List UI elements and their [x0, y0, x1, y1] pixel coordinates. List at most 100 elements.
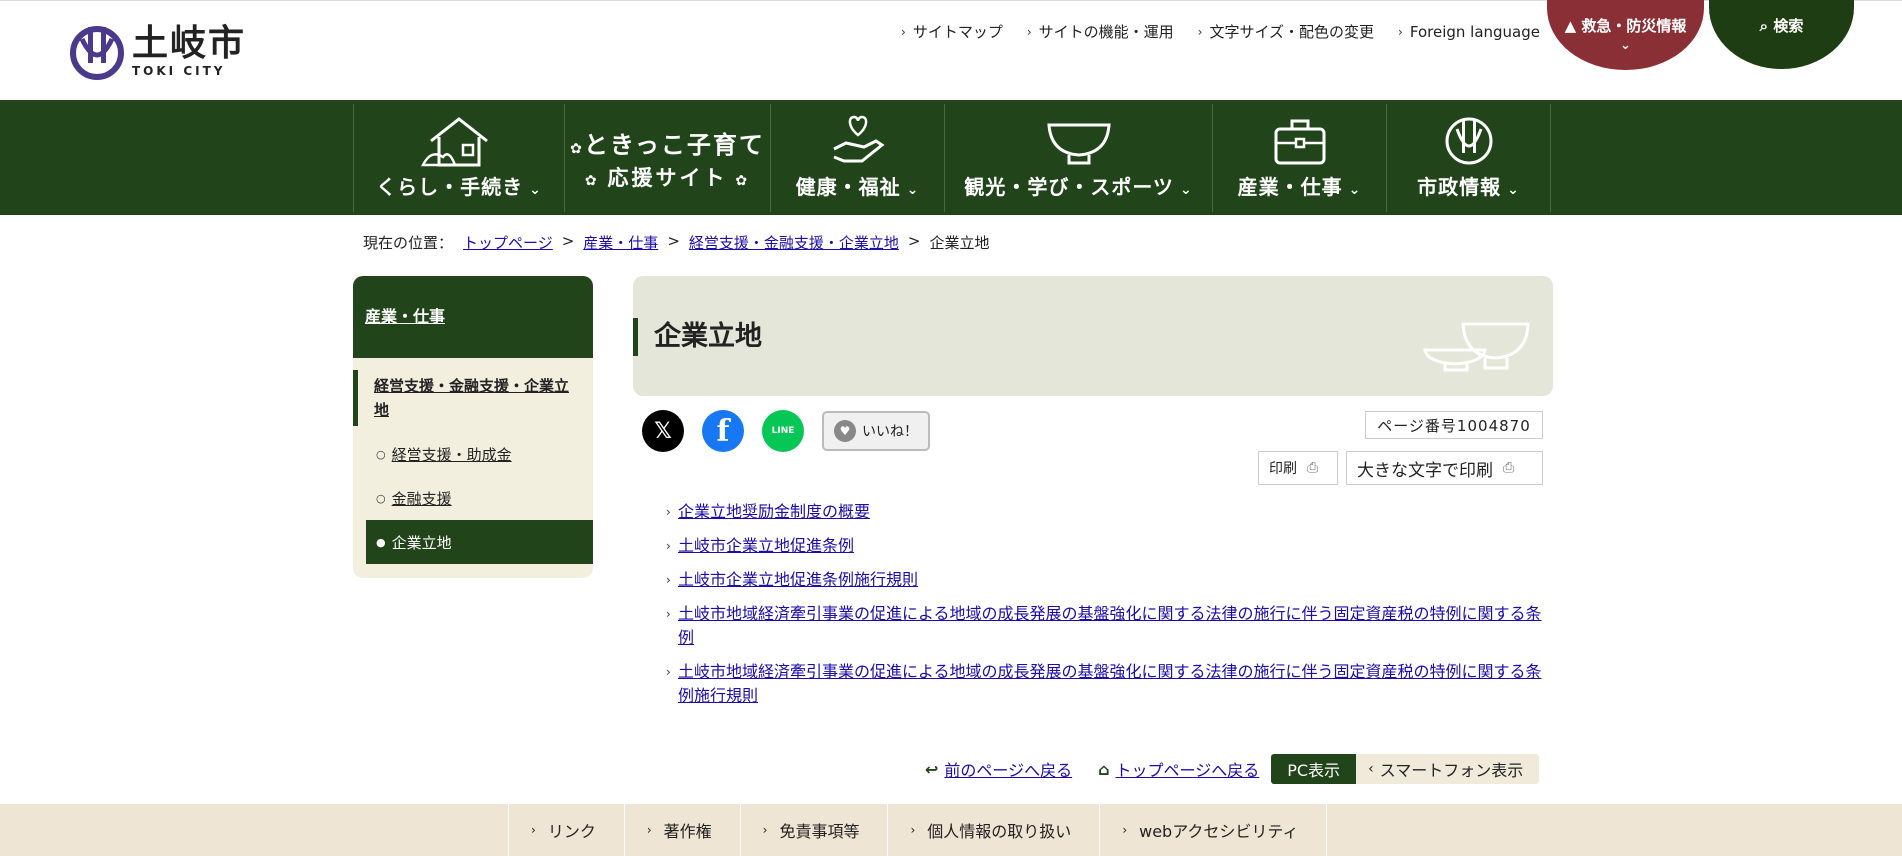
page-title: 企業立地 [633, 318, 762, 356]
gnav-item-shisei[interactable]: 市政情報 ⌄ [1387, 104, 1551, 212]
page-footer-nav: ↩ 前のページへ戻る ⌂ トップページへ戻る PC表示 ‹ スマートフォン表示 [925, 754, 1540, 784]
breadcrumb-link-keiei[interactable]: 経営支援・金融支援・企業立地 [689, 232, 899, 253]
content-link[interactable]: 土岐市企業立地促進条例 [678, 534, 854, 558]
content-link[interactable]: 土岐市地域経済牽引事業の促進による地域の成長発展の基盤強化に関する法律の施行に伴… [678, 602, 1546, 650]
site-logo[interactable]: 土岐市 TOKI CITY [68, 19, 246, 83]
printer-icon: ⎙ [1307, 460, 1319, 476]
flower-icon: ✿ [727, 172, 751, 189]
chevron-right-icon: › [901, 24, 906, 39]
top-page-link[interactable]: トップページへ戻る [1116, 757, 1260, 781]
chevron-down-icon: ⌄ [529, 182, 542, 198]
search-label: 検索 [1773, 17, 1804, 35]
back-link[interactable]: 前のページへ戻る [944, 757, 1072, 781]
warning-icon: ▲ [1564, 17, 1577, 35]
chevron-right-icon: › [1026, 24, 1032, 39]
kosodate-line2: 応援サイト [607, 165, 728, 190]
content-link[interactable]: 土岐市地域経済牽引事業の促進による地域の成長発展の基盤強化に関する法律の施行に伴… [678, 660, 1546, 708]
util-link-font-color[interactable]: › 文字サイズ・配色の変更 [1198, 21, 1374, 42]
sidebar-heading-link[interactable]: 産業・仕事 [365, 307, 445, 326]
footer-link-accessibility[interactable]: › webアクセシビリティ [1100, 804, 1328, 856]
util-link-foreign-language[interactable]: › Foreign language [1398, 21, 1540, 42]
global-nav: くらし・手続き ⌄ ✿ときっこ子育て ✿ 応援サイト ✿ 健康・福祉 ⌄ 観光・学び… [0, 100, 1902, 215]
gnav-label: くらし・手続き [376, 175, 524, 199]
x-share-icon[interactable]: 𝕏 [642, 410, 684, 452]
gnav-item-kenko[interactable]: 健康・福祉 ⌄ [771, 104, 945, 212]
chevron-right-icon: › [1122, 823, 1128, 837]
breadcrumb-current: 企業立地 [929, 234, 990, 252]
utility-nav: › サイトマップ › サイトの機能・運用 › 文字サイズ・配色の変更 › Foreign… [877, 21, 1540, 42]
footer-link-privacy[interactable]: › 個人情報の取り扱い [888, 804, 1101, 856]
list-item: › 土岐市地域経済牽引事業の促進による地域の成長発展の基盤強化に関する法律の施行に… [666, 602, 1546, 650]
breadcrumb: 現在の位置： トップページ > 産業・仕事 > 経営支援・金融支援・企業立地 >… [363, 232, 990, 253]
bowls-decoration-icon [1423, 322, 1530, 372]
breadcrumb-link-top[interactable]: トップページ [463, 232, 553, 253]
bowl-icon [1046, 123, 1111, 165]
like-button[interactable]: ♥ いいね！ [822, 411, 930, 451]
house-icon [420, 117, 488, 167]
sidebar-subcategory-link[interactable]: 経営支援・金融支援・企業立地 [374, 377, 569, 419]
logo-name-en: TOKI CITY [132, 64, 226, 78]
smartphone-view-button[interactable]: ‹ スマートフォン表示 [1356, 754, 1540, 784]
chevron-down-icon: ⌄ [1348, 182, 1362, 198]
emergency-label: 救急・防災情報 [1581, 17, 1687, 35]
breadcrumb-separator: > [667, 232, 680, 250]
gnav-item-kurashi[interactable]: くらし・手続き ⌄ [354, 104, 565, 212]
page-title-box: 企業立地 [633, 276, 1553, 396]
search-button[interactable]: ⌕ 検索 [1709, 0, 1854, 69]
sidebar-item-label[interactable]: 金融支援 [392, 488, 452, 509]
chevron-right-icon: › [762, 823, 768, 837]
city-emblem-icon [1445, 117, 1492, 165]
share-buttons: 𝕏 f LINE ♥ いいね！ [642, 410, 930, 452]
breadcrumb-separator: > [561, 232, 575, 250]
chevron-right-icon: › [666, 607, 671, 621]
bullet-icon: ○ [376, 491, 386, 505]
footer-link-copyright[interactable]: › 著作権 [625, 804, 741, 856]
flower-icon: ✿ [584, 172, 608, 189]
gnav-label: 市政情報 [1417, 175, 1502, 199]
chevron-right-icon: › [666, 665, 671, 679]
like-label: いいね！ [862, 424, 918, 440]
util-link-site-features[interactable]: › サイトの機能・運用 [1027, 21, 1174, 42]
print-large-label: 大きな文字で印刷 [1357, 460, 1493, 481]
pc-view-button[interactable]: PC表示 [1271, 754, 1357, 784]
content-link[interactable]: 企業立地奨励金制度の概要 [678, 500, 870, 524]
footer-nav: › リンク › 著作権 › 免責事項等 › 個人情報の取り扱い › webアクセシビリティ [508, 804, 1328, 856]
facebook-share-icon[interactable]: f [702, 410, 744, 452]
sidebar-item-keiei-shien[interactable]: ○ 経営支援・助成金 [353, 432, 593, 476]
return-arrow-icon: ↩ [925, 759, 939, 779]
sidebar: 産業・仕事 経営支援・金融支援・企業立地 ○ 経営支援・助成金 ○ 金融支援 ●… [353, 276, 593, 578]
util-link-sitemap[interactable]: › サイトマップ [901, 21, 1003, 42]
kosodate-line1: ときっこ子育て [583, 130, 765, 159]
line-share-icon[interactable]: LINE [762, 410, 804, 452]
home-icon: ⌂ [1098, 759, 1110, 779]
sidebar-subcategory: 経営支援・金融支援・企業立地 [353, 370, 593, 426]
print-button[interactable]: 印刷 ⎙ [1258, 451, 1338, 485]
print-large-button[interactable]: 大きな文字で印刷 ⎙ [1346, 451, 1543, 485]
emergency-info-button[interactable]: ▲ 救急・防災情報 ⌄ [1547, 0, 1704, 70]
bullet-icon: ● [376, 535, 386, 549]
search-icon: ⌕ [1759, 17, 1769, 35]
sidebar-heading: 産業・仕事 [353, 276, 593, 358]
sidebar-item-label: 企業立地 [391, 533, 452, 552]
content-link[interactable]: 土岐市企業立地促進条例施行規則 [678, 568, 918, 592]
breadcrumb-link-sangyo[interactable]: 産業・仕事 [583, 232, 658, 253]
page-number: ページ番号1004870 [1365, 411, 1543, 439]
print-label: 印刷 [1269, 461, 1297, 477]
sidebar-item-kigyo-ricchi[interactable]: ● 企業立地 [366, 520, 593, 564]
list-item: › 土岐市地域経済牽引事業の促進による地域の成長発展の基盤強化に関する法律の施行に… [666, 660, 1546, 708]
chevron-left-icon: ‹ [1368, 761, 1374, 777]
gnav-item-sangyo[interactable]: 産業・仕事 ⌄ [1213, 104, 1387, 212]
gnav-label: 産業・仕事 [1237, 175, 1343, 199]
sidebar-item-kinyu-shien[interactable]: ○ 金融支援 [353, 476, 593, 520]
chevron-right-icon: › [531, 823, 536, 837]
gnav-item-kanko[interactable]: 観光・学び・スポーツ ⌄ [945, 104, 1213, 212]
chevron-right-icon: › [646, 823, 652, 837]
chevron-right-icon: › [1398, 24, 1403, 39]
breadcrumb-prefix: 現在の位置： [363, 234, 454, 252]
gnav-item-kosodate[interactable]: ✿ときっこ子育て ✿ 応援サイト ✿ [565, 104, 771, 212]
sidebar-item-label[interactable]: 経営支援・助成金 [392, 444, 512, 465]
footer-link-links[interactable]: › リンク [509, 804, 625, 856]
bullet-icon: ○ [376, 447, 386, 461]
gnav-label: 健康・福祉 [795, 175, 901, 199]
footer-link-disclaimer[interactable]: › 免責事項等 [741, 804, 889, 856]
